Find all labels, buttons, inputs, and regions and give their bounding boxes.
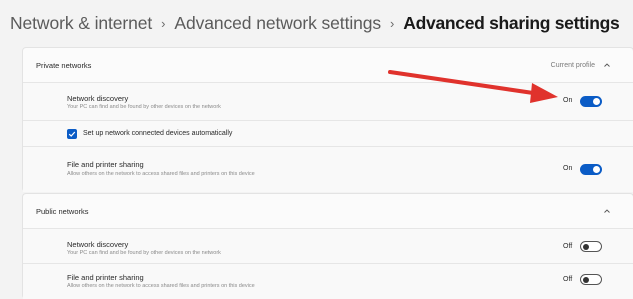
public-file-sharing-state: Off [563,276,573,283]
public-networks-header-right [603,194,611,228]
public-networks-header[interactable]: Public networks [23,194,633,228]
private-file-sharing-state: On [563,165,573,172]
breadcrumb-separator: › [161,16,166,31]
private-file-sharing-toggle[interactable] [580,164,602,175]
private-networks-header[interactable]: Private networks Current profile [23,48,633,82]
breadcrumb-separator: › [390,16,395,31]
public-file-sharing-toggle[interactable] [580,274,602,285]
public-networks-title: Public networks [36,206,89,216]
public-network-discovery-toggle[interactable] [580,241,602,252]
chevron-up-icon[interactable] [603,207,611,215]
auto-setup-label: Set up network connected devices automat… [83,130,233,137]
advanced-sharing-settings-page: Network & internet › Advanced network se… [0,0,633,299]
current-profile-label: Current profile [550,61,595,69]
private-network-discovery-desc: Your PC can find and be found by other d… [67,104,221,110]
public-network-discovery-title: Network discovery [67,240,129,249]
checkmark-icon [68,131,76,137]
private-network-discovery-title: Network discovery [67,94,129,103]
private-networks-section: Private networks Current profile Network… [22,47,633,192]
chevron-up-icon[interactable] [603,61,611,69]
breadcrumb: Network & internet › Advanced network se… [10,13,633,34]
breadcrumb-network-internet[interactable]: Network & internet [10,13,152,34]
auto-setup-checkbox[interactable] [67,129,77,139]
public-network-discovery-row: Network discovery Your PC can find and b… [23,228,633,263]
breadcrumb-advanced-network-settings[interactable]: Advanced network settings [174,13,381,34]
page-title: Advanced sharing settings [403,13,620,33]
public-network-discovery-desc: Your PC can find and be found by other d… [67,250,221,256]
auto-setup-row: Set up network connected devices automat… [23,120,633,146]
private-file-sharing-title: File and printer sharing [67,160,144,169]
private-file-sharing-row: File and printer sharing Allow others on… [23,146,633,192]
public-file-sharing-desc: Allow others on the network to access sh… [67,283,255,289]
private-file-sharing-desc: Allow others on the network to access sh… [67,171,255,177]
public-file-sharing-title: File and printer sharing [67,273,144,282]
private-network-discovery-state: On [563,97,573,104]
private-networks-title: Private networks [36,60,92,70]
private-network-discovery-row: Network discovery Your PC can find and b… [23,82,633,120]
public-file-sharing-row: File and printer sharing Allow others on… [23,263,633,299]
private-network-discovery-toggle[interactable] [580,96,602,107]
private-networks-header-right: Current profile [551,48,611,82]
public-networks-section: Public networks Network discovery Your P… [22,193,633,299]
public-network-discovery-state: Off [563,243,573,250]
